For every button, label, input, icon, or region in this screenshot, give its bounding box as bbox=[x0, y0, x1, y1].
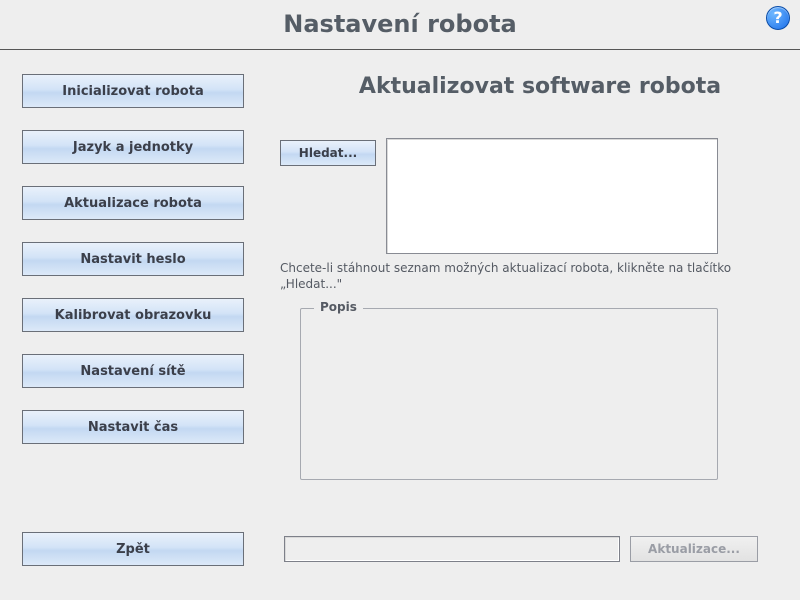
description-group bbox=[300, 308, 718, 480]
sidebar-item-calibrate-screen[interactable]: Kalibrovat obrazovku bbox=[22, 298, 244, 332]
content-title: Aktualizovat software robota bbox=[280, 74, 800, 99]
description-group-label: Popis bbox=[314, 300, 363, 314]
sidebar-item-set-password[interactable]: Nastavit heslo bbox=[22, 242, 244, 276]
sidebar-item-robot-update[interactable]: Aktualizace robota bbox=[22, 186, 244, 220]
hint-text: Chcete-li stáhnout seznam možných aktual… bbox=[280, 260, 740, 292]
sidebar-item-initialize-robot[interactable]: Inicializovat robota bbox=[22, 74, 244, 108]
help-icon[interactable]: ? bbox=[766, 6, 790, 30]
page-title: Nastavení robota bbox=[0, 10, 800, 38]
update-list[interactable] bbox=[386, 138, 718, 254]
header-bar: Nastavení robota ? bbox=[0, 0, 800, 50]
search-button[interactable]: Hledat... bbox=[280, 140, 376, 166]
sidebar-item-network-settings[interactable]: Nastavení sítě bbox=[22, 354, 244, 388]
update-button: Aktualizace... bbox=[630, 536, 758, 562]
sidebar-item-set-time[interactable]: Nastavit čas bbox=[22, 410, 244, 444]
sidebar: Inicializovat robota Jazyk a jednotky Ak… bbox=[22, 74, 244, 466]
progress-bar bbox=[284, 536, 620, 562]
back-button[interactable]: Zpět bbox=[22, 532, 244, 566]
sidebar-item-language-units[interactable]: Jazyk a jednotky bbox=[22, 130, 244, 164]
body-area: Inicializovat robota Jazyk a jednotky Ak… bbox=[0, 50, 800, 600]
